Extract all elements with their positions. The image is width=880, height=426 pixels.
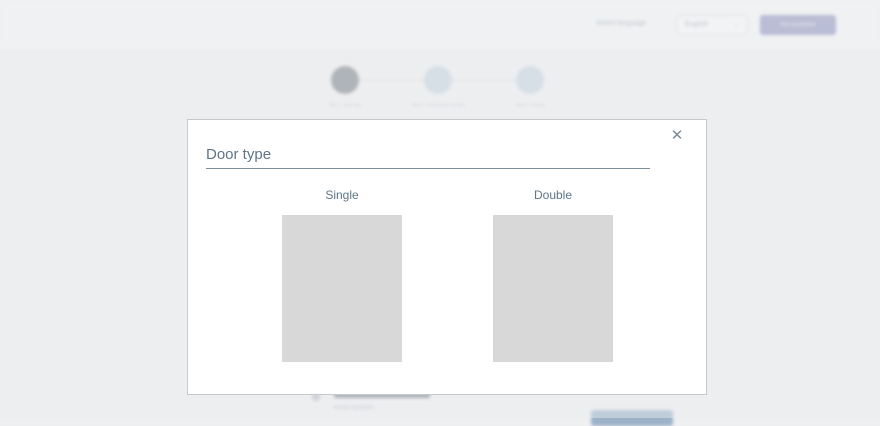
door-option-single[interactable]: Single [282, 187, 402, 362]
option-label: Single [325, 188, 359, 202]
close-icon[interactable]: ✕ [669, 128, 685, 144]
modal-title: Door type [206, 146, 650, 169]
door-option-double[interactable]: Double [493, 187, 613, 362]
door-image-single[interactable] [282, 215, 402, 362]
door-image-double[interactable] [493, 215, 613, 362]
option-label: Double [533, 188, 573, 202]
door-type-modal: ✕ Door type Single Double [187, 119, 707, 395]
